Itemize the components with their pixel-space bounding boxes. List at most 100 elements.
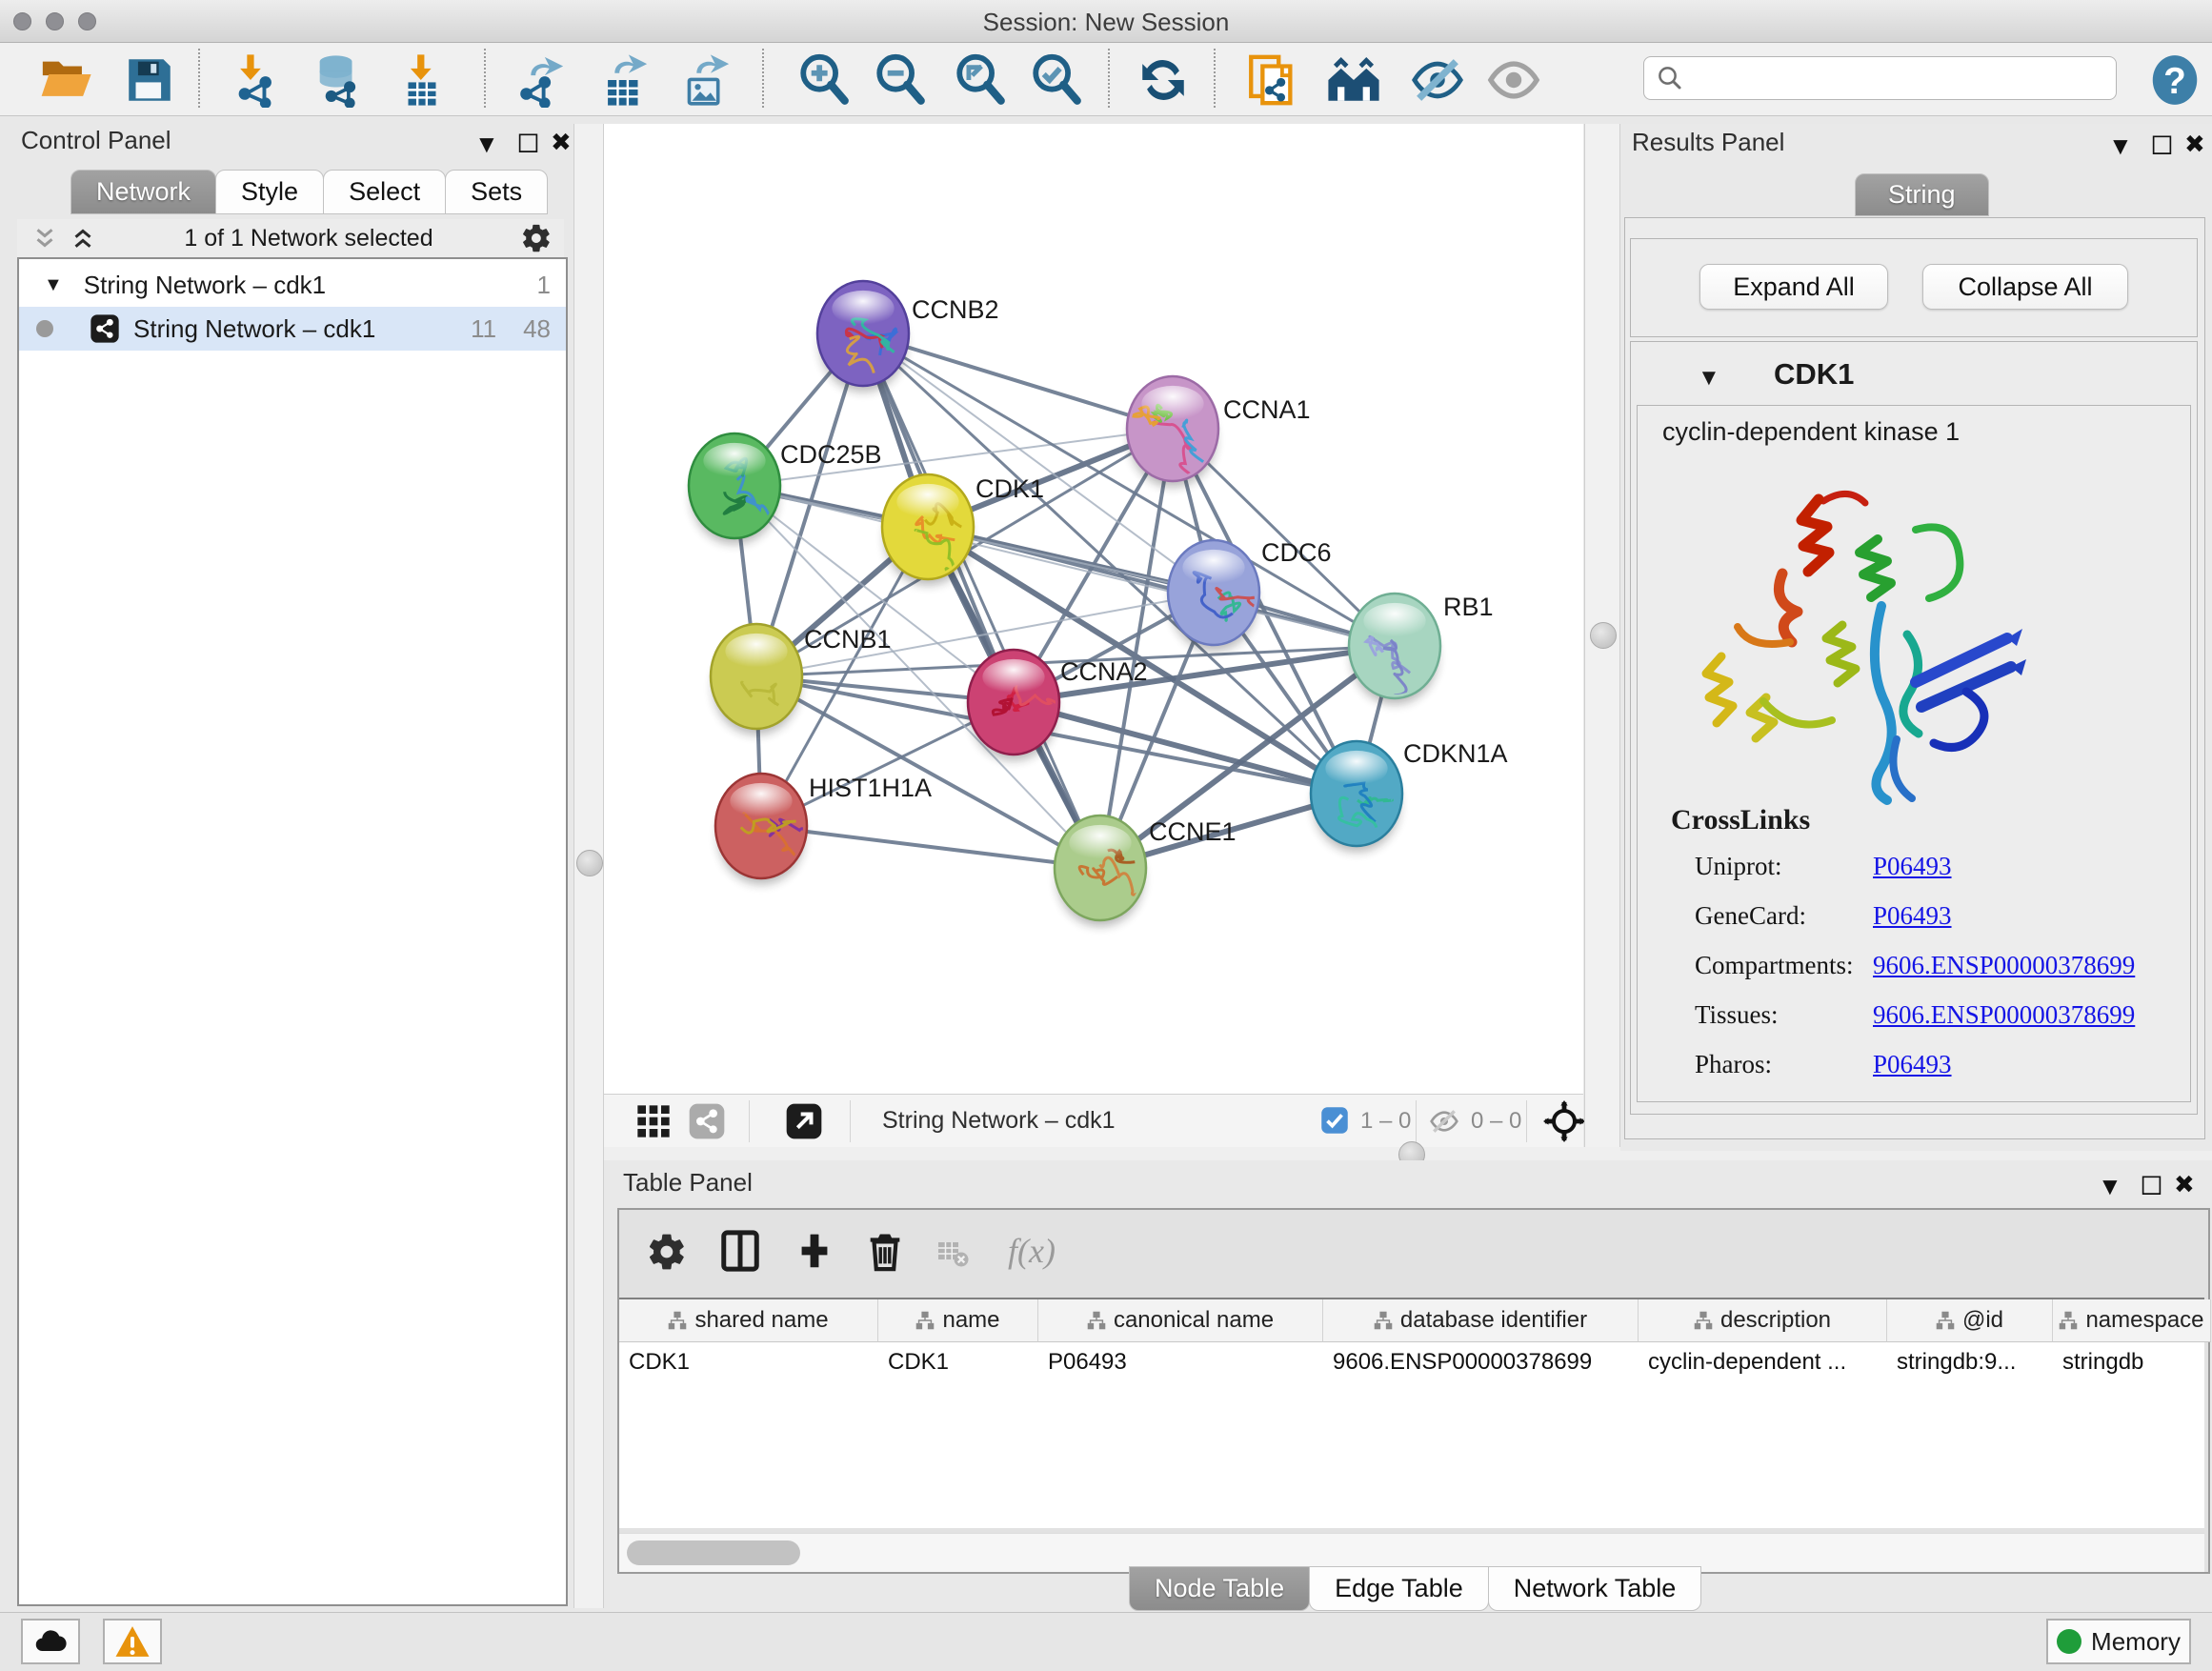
network-canvas[interactable]: CCNB2CCNA1CDC25BCDK1CDC6RB1CCNB1CCNA2CDK…	[604, 124, 1583, 1094]
open-session-button[interactable]	[38, 52, 93, 108]
zoom-selected-button[interactable]	[1029, 52, 1084, 108]
import-network-database-button[interactable]	[311, 52, 366, 108]
hide-selected-button[interactable]	[1410, 52, 1465, 108]
right-splitter-handle[interactable]	[1590, 622, 1617, 649]
birdseye-toggle-icon[interactable]	[634, 1102, 673, 1140]
results-panel-menu-icon[interactable]: ▼	[2108, 133, 2133, 158]
save-session-button[interactable]	[122, 52, 177, 108]
network-collection-row[interactable]: ▼ String Network – cdk1 1	[19, 263, 566, 307]
crosslink-value-link[interactable]: P06493	[1873, 901, 1952, 931]
search-input[interactable]	[1692, 59, 2116, 97]
network-options-gear-icon[interactable]	[520, 222, 553, 254]
function-builder-icon[interactable]: f(x)	[1008, 1231, 1056, 1271]
network-node-CDK1[interactable]: CDK1	[882, 474, 1044, 586]
expand-all-button[interactable]: Expand All	[1699, 264, 1888, 310]
clone-network-button[interactable]	[1244, 52, 1299, 108]
tab-sets[interactable]: Sets	[445, 170, 548, 214]
import-network-file-button[interactable]	[229, 52, 284, 108]
memory-label: Memory	[2091, 1627, 2181, 1657]
selected-checkbox-icon[interactable]	[1320, 1106, 1349, 1135]
crosslink-value-link[interactable]: P06493	[1873, 852, 1952, 881]
results-panel-close-icon[interactable]: ✖	[2184, 131, 2205, 156]
table-cell[interactable]: P06493	[1038, 1342, 1323, 1382]
column-header--id[interactable]: @id	[1887, 1299, 2053, 1342]
warnings-button[interactable]	[103, 1619, 162, 1664]
zoom-in-button[interactable]	[796, 52, 852, 108]
export-image-button[interactable]	[678, 52, 734, 108]
network-node-CDC25B[interactable]: CDC25B	[689, 433, 882, 545]
table-panel-close-icon[interactable]: ✖	[2174, 1172, 2195, 1197]
column-header-canonical-name[interactable]: canonical name	[1038, 1299, 1323, 1342]
table-cell[interactable]: CDK1	[878, 1342, 1038, 1382]
control-panel-menu-icon[interactable]: ▼	[474, 131, 499, 156]
left-splitter-handle[interactable]	[576, 850, 603, 876]
right-splitter[interactable]	[1584, 124, 1620, 1147]
column-header-shared-name[interactable]: shared name	[619, 1299, 878, 1342]
memory-status-dot	[2057, 1629, 2081, 1654]
control-panel-title: Control Panel	[21, 126, 171, 155]
table-cell[interactable]: stringdb	[2053, 1342, 2211, 1382]
hidden-eye-icon[interactable]	[1429, 1106, 1459, 1137]
tab-network-table[interactable]: Network Table	[1488, 1566, 1702, 1611]
tab-style[interactable]: Style	[215, 170, 324, 214]
string-style-icon[interactable]	[688, 1102, 726, 1140]
table-panel-menu-icon[interactable]: ▼	[2098, 1174, 2122, 1198]
zoom-out-button[interactable]	[873, 52, 928, 108]
crosslink-value-link[interactable]: 9606.ENSP00000378699	[1873, 951, 2135, 980]
table-cell[interactable]: stringdb:9...	[1887, 1342, 2053, 1382]
column-header-database-identifier[interactable]: database identifier	[1323, 1299, 1639, 1342]
export-network-button[interactable]	[513, 52, 568, 108]
network-node-CDKN1A[interactable]: CDKN1A	[1311, 739, 1508, 853]
crosslink-value-link[interactable]: P06493	[1873, 1050, 1952, 1079]
network-node-count: 11	[471, 314, 496, 344]
table-gear-icon[interactable]	[646, 1231, 688, 1273]
column-header-description[interactable]: description	[1639, 1299, 1887, 1342]
export-table-button[interactable]	[596, 52, 652, 108]
collection-expand-icon[interactable]: ▼	[44, 274, 63, 296]
zoom-fit-button[interactable]	[953, 52, 1008, 108]
network-node-CCNA1[interactable]: CCNA1	[1127, 376, 1311, 488]
collapse-all-button[interactable]: Collapse All	[1922, 264, 2128, 310]
column-header-namespace[interactable]: namespace	[2053, 1299, 2211, 1342]
collapse-all-networks-icon[interactable]	[69, 224, 97, 252]
tab-node-table[interactable]: Node Table	[1129, 1566, 1310, 1611]
fit-content-crosshair-icon[interactable]	[1543, 1100, 1585, 1142]
column-header-name[interactable]: name	[878, 1299, 1038, 1342]
help-button[interactable]: ?	[2145, 50, 2201, 106]
memory-button[interactable]: Memory	[2046, 1619, 2191, 1664]
control-panel-close-icon[interactable]: ✖	[551, 130, 572, 154]
delete-table-icon[interactable]	[935, 1237, 970, 1271]
results-panel-float-icon[interactable]: ◻	[2150, 130, 2174, 158]
network-node-HIST1H1A[interactable]: HIST1H1A	[715, 774, 932, 885]
tab-edge-table[interactable]: Edge Table	[1309, 1566, 1489, 1611]
network-view-toolbar: String Network – cdk1 1 – 0 0 – 0	[604, 1094, 1583, 1148]
table-cell[interactable]: cyclin-dependent ...	[1639, 1342, 1887, 1382]
table-scrollbar-thumb[interactable]	[627, 1540, 800, 1565]
node-table: shared namenamecanonical name database id…	[619, 1298, 2204, 1528]
tab-select[interactable]: Select	[323, 170, 446, 214]
select-columns-icon[interactable]	[718, 1229, 762, 1273]
cloud-button[interactable]	[21, 1619, 80, 1664]
refresh-button[interactable]	[1136, 52, 1191, 108]
delete-column-trash-icon[interactable]	[863, 1229, 907, 1273]
table-cell[interactable]: 9606.ENSP00000378699	[1323, 1342, 1639, 1382]
left-splitter[interactable]	[573, 124, 604, 1608]
expand-all-networks-icon[interactable]	[30, 224, 59, 252]
control-panel-float-icon[interactable]: ◻	[516, 128, 540, 156]
crosslink-label: Uniprot:	[1695, 852, 1782, 881]
table-panel-float-icon[interactable]: ◻	[2140, 1170, 2163, 1198]
tab-network[interactable]: Network	[70, 170, 216, 214]
cdk1-collapse-icon[interactable]: ▼	[1698, 365, 1720, 392]
network-node-RB1[interactable]: RB1	[1349, 593, 1494, 705]
column-header-label: database identifier	[1400, 1307, 1587, 1334]
control-panel-tabs: Network Style Select Sets	[70, 170, 547, 214]
network-row-selected[interactable]: String Network – cdk1 11 48	[19, 307, 566, 351]
open-in-window-icon[interactable]	[785, 1102, 823, 1140]
import-table-file-button[interactable]	[394, 52, 450, 108]
table-cell[interactable]: CDK1	[619, 1342, 878, 1382]
crosslink-value-link[interactable]: 9606.ENSP00000378699	[1873, 1000, 2135, 1030]
first-neighbors-button[interactable]	[1326, 52, 1381, 108]
show-all-button[interactable]	[1486, 52, 1541, 108]
add-column-icon[interactable]	[793, 1229, 836, 1273]
tab-string[interactable]: String	[1855, 173, 1989, 216]
